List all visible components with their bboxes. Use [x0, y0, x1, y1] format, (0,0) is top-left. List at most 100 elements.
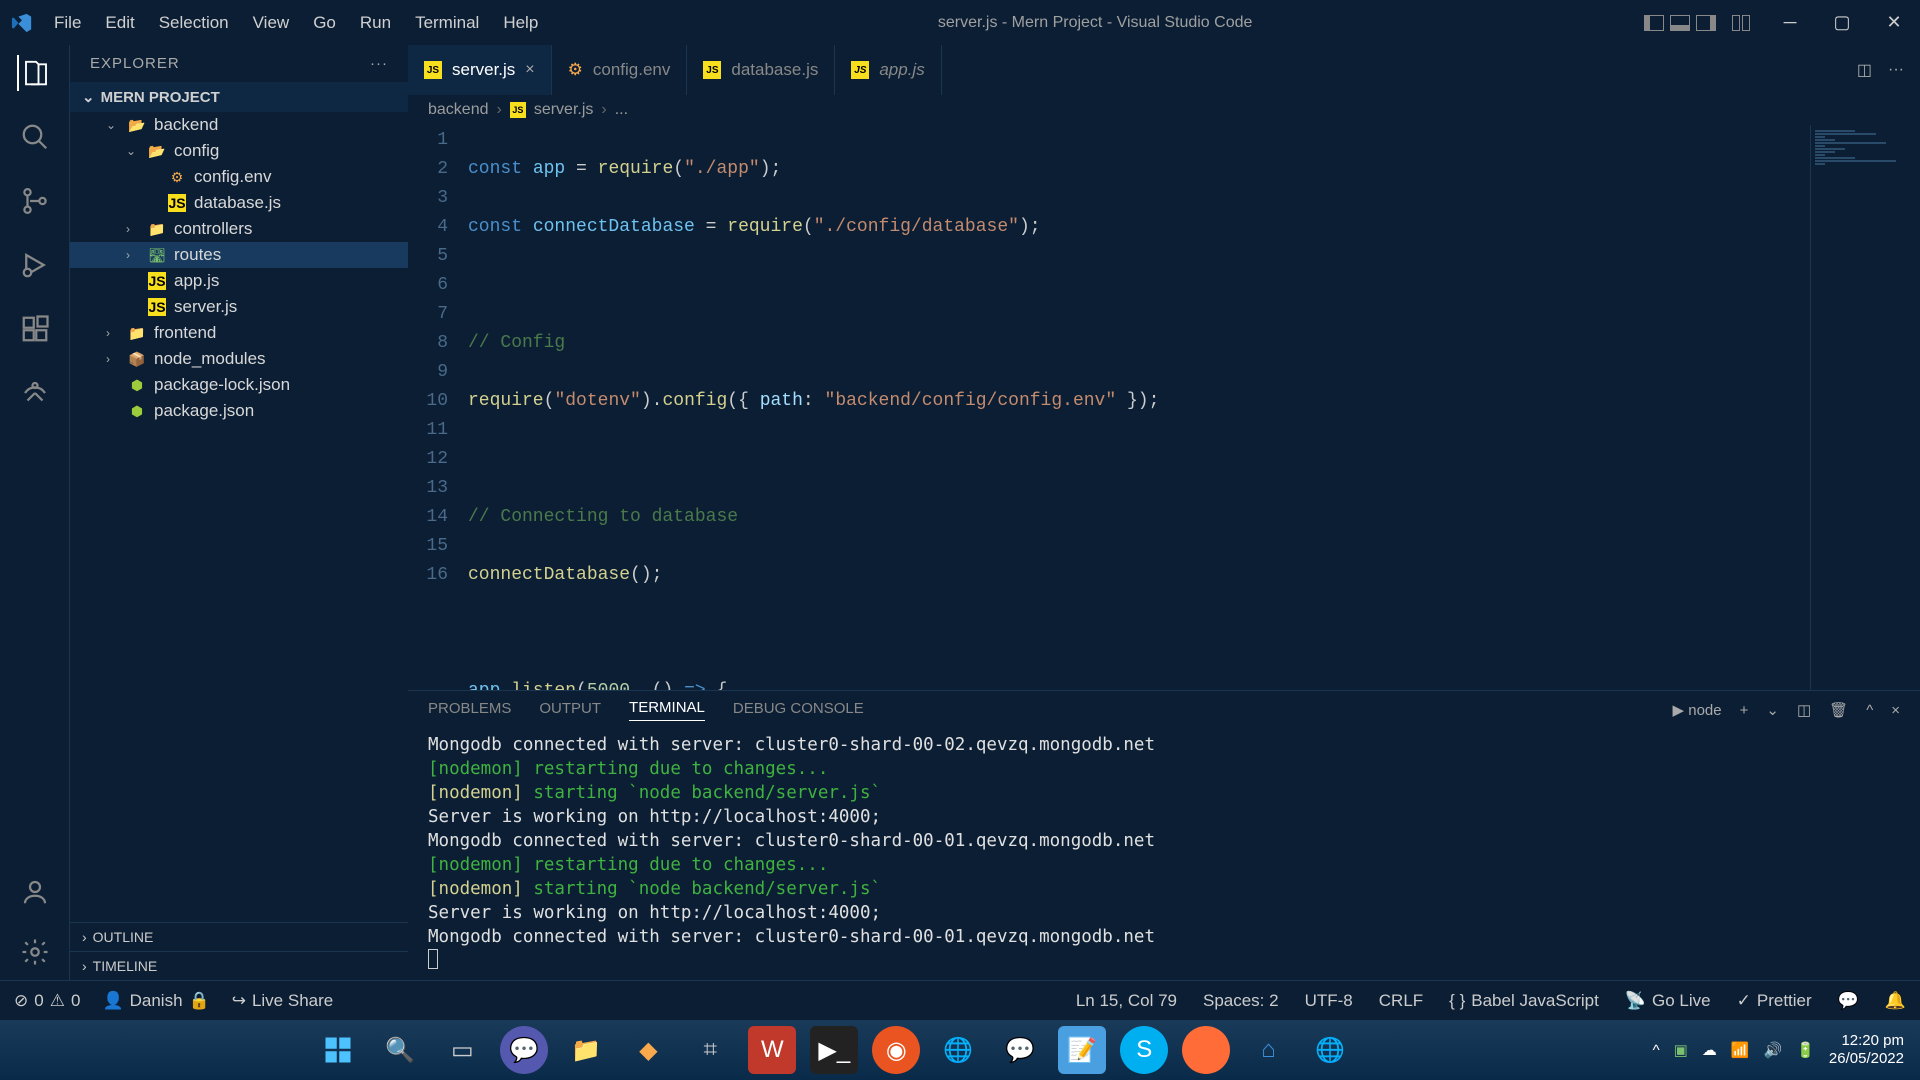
whatsapp-icon[interactable]: 💬: [996, 1026, 1044, 1074]
file-package-json[interactable]: ⬢package.json: [70, 398, 408, 424]
search-taskbar-icon[interactable]: 🔍: [376, 1026, 424, 1074]
file-package-lock[interactable]: ⬢package-lock.json: [70, 372, 408, 398]
start-button[interactable]: [314, 1026, 362, 1074]
timeline-section[interactable]: ›TIMELINE: [70, 951, 408, 980]
tray-app-icon[interactable]: ▣: [1674, 1041, 1688, 1059]
status-errors[interactable]: ⊘ 0 ⚠ 0: [14, 991, 80, 1011]
windows-taskbar: 🔍 ▭ 💬 📁 ◆ ⌗ W ▶_ ◉ 🌐 💬 📝 S ⌂ 🌐 ^ ▣ ☁ 📶 🔊…: [0, 1020, 1920, 1080]
status-eol[interactable]: CRLF: [1379, 991, 1423, 1011]
tab-server-js[interactable]: JSserver.js×: [408, 45, 552, 95]
new-terminal-icon[interactable]: +: [1740, 702, 1749, 719]
close-panel-icon[interactable]: ×: [1891, 702, 1900, 719]
taskbar-clock[interactable]: 12:20 pm 26/05/2022: [1829, 1032, 1904, 1068]
menu-help[interactable]: Help: [493, 7, 548, 39]
slack-icon[interactable]: ⌗: [686, 1026, 734, 1074]
outline-section[interactable]: ›OUTLINE: [70, 922, 408, 951]
extensions-activity-icon[interactable]: [17, 311, 53, 347]
terminal-dropdown-icon[interactable]: ⌄: [1766, 701, 1779, 719]
task-view-icon[interactable]: ▭: [438, 1026, 486, 1074]
menu-go[interactable]: Go: [303, 7, 346, 39]
activity-bar: [0, 45, 70, 980]
maximize-panel-icon[interactable]: ^: [1866, 702, 1873, 719]
tab-app-js[interactable]: JSapp.js: [835, 45, 941, 95]
folder-controllers[interactable]: ›📁controllers: [70, 216, 408, 242]
file-database-js[interactable]: JSdatabase.js: [70, 190, 408, 216]
status-live-share[interactable]: ↪ Live Share: [232, 991, 334, 1011]
source-control-activity-icon[interactable]: [17, 183, 53, 219]
tray-onedrive-icon[interactable]: ☁: [1702, 1041, 1717, 1059]
tray-volume-icon[interactable]: 🔊: [1764, 1041, 1783, 1059]
settings-gear-icon[interactable]: [17, 934, 53, 970]
terminal-name[interactable]: ▶ node: [1673, 701, 1722, 719]
file-explorer-taskbar-icon[interactable]: 📁: [562, 1026, 610, 1074]
menu-terminal[interactable]: Terminal: [405, 7, 489, 39]
app-icon-1[interactable]: ◆: [624, 1026, 672, 1074]
teams-icon[interactable]: 💬: [500, 1026, 548, 1074]
chrome-2-icon[interactable]: 🌐: [1306, 1026, 1354, 1074]
folder-config[interactable]: ⌄📂config: [70, 138, 408, 164]
kill-terminal-icon[interactable]: 🗑: [1829, 701, 1848, 719]
panel-tab-terminal[interactable]: TERMINAL: [629, 699, 705, 721]
split-editor-icon[interactable]: ◫: [1857, 60, 1872, 80]
menu-run[interactable]: Run: [350, 7, 401, 39]
tab-config-env[interactable]: ⚙config.env: [552, 45, 688, 95]
status-prettier[interactable]: ✓ Prettier: [1737, 991, 1812, 1011]
folder-backend[interactable]: ⌄📂backend: [70, 112, 408, 138]
vscode-taskbar-icon[interactable]: ⌂: [1244, 1026, 1292, 1074]
close-button[interactable]: ✕: [1876, 5, 1912, 41]
status-encoding[interactable]: UTF-8: [1305, 991, 1353, 1011]
status-feedback-icon[interactable]: 💬: [1838, 991, 1859, 1011]
split-terminal-icon[interactable]: ◫: [1797, 701, 1811, 719]
breadcrumb[interactable]: backend› JSserver.js› ...: [408, 95, 1920, 125]
status-language-mode[interactable]: { } Babel JavaScript: [1449, 991, 1599, 1011]
terminal-output[interactable]: Mongodb connected with server: cluster0-…: [408, 729, 1920, 980]
status-spaces[interactable]: Spaces: 2: [1203, 991, 1279, 1011]
status-bell-icon[interactable]: 🔔: [1885, 991, 1906, 1011]
postman-icon[interactable]: [1182, 1026, 1230, 1074]
ubuntu-icon[interactable]: ◉: [872, 1026, 920, 1074]
app-icon-2[interactable]: W: [748, 1026, 796, 1074]
menu-edit[interactable]: Edit: [95, 7, 144, 39]
gitlens-activity-icon[interactable]: [17, 375, 53, 411]
status-bar: ⊘ 0 ⚠ 0 👤 Danish 🔒 ↪ Live Share Ln 15, C…: [0, 980, 1920, 1020]
tray-wifi-icon[interactable]: 📶: [1731, 1041, 1750, 1059]
search-activity-icon[interactable]: [17, 119, 53, 155]
explorer-more-icon[interactable]: ···: [370, 55, 388, 72]
status-go-live[interactable]: 📡 Go Live: [1625, 991, 1711, 1011]
menu-file[interactable]: File: [44, 7, 91, 39]
tab-database-js[interactable]: JSdatabase.js: [687, 45, 835, 95]
terminal-app-icon[interactable]: ▶_: [810, 1026, 858, 1074]
title-bar: File Edit Selection View Go Run Terminal…: [0, 0, 1920, 45]
system-tray[interactable]: ^ ▣ ☁ 📶 🔊 🔋 12:20 pm 26/05/2022: [1653, 1032, 1904, 1068]
panel-tab-output[interactable]: OUTPUT: [539, 700, 601, 721]
minimap[interactable]: [1810, 125, 1920, 690]
chrome-icon[interactable]: 🌐: [934, 1026, 982, 1074]
close-icon[interactable]: ×: [525, 61, 534, 79]
file-config-env[interactable]: ⚙config.env: [70, 164, 408, 190]
notes-icon[interactable]: 📝: [1058, 1026, 1106, 1074]
project-root[interactable]: ⌄ MERN PROJECT: [70, 82, 408, 112]
code-editor[interactable]: 12345678910111213141516 const app = requ…: [408, 125, 1920, 690]
layout-controls[interactable]: [1642, 15, 1752, 31]
file-server-js[interactable]: JSserver.js: [70, 294, 408, 320]
status-cursor-position[interactable]: Ln 15, Col 79: [1076, 991, 1177, 1011]
tray-battery-icon[interactable]: 🔋: [1796, 1041, 1815, 1059]
skype-icon[interactable]: S: [1120, 1026, 1168, 1074]
panel-tab-problems[interactable]: PROBLEMS: [428, 700, 511, 721]
menu-selection[interactable]: Selection: [149, 7, 239, 39]
folder-frontend[interactable]: ›📁frontend: [70, 320, 408, 346]
explorer-activity-icon[interactable]: [17, 55, 53, 91]
status-language-detect[interactable]: 👤 Danish 🔒: [102, 991, 209, 1011]
accounts-icon[interactable]: [17, 874, 53, 910]
run-debug-activity-icon[interactable]: [17, 247, 53, 283]
more-actions-icon[interactable]: ···: [1888, 61, 1904, 79]
code-content[interactable]: const app = require("./app"); const conn…: [468, 125, 1810, 690]
tray-chevron-icon[interactable]: ^: [1653, 1042, 1660, 1059]
file-app-js[interactable]: JSapp.js: [70, 268, 408, 294]
folder-routes[interactable]: ›🛣routes: [70, 242, 408, 268]
panel-tab-debug[interactable]: DEBUG CONSOLE: [733, 700, 864, 721]
minimize-button[interactable]: ─: [1772, 5, 1808, 41]
menu-view[interactable]: View: [243, 7, 300, 39]
maximize-button[interactable]: ▢: [1824, 5, 1860, 41]
folder-node-modules[interactable]: ›📦node_modules: [70, 346, 408, 372]
